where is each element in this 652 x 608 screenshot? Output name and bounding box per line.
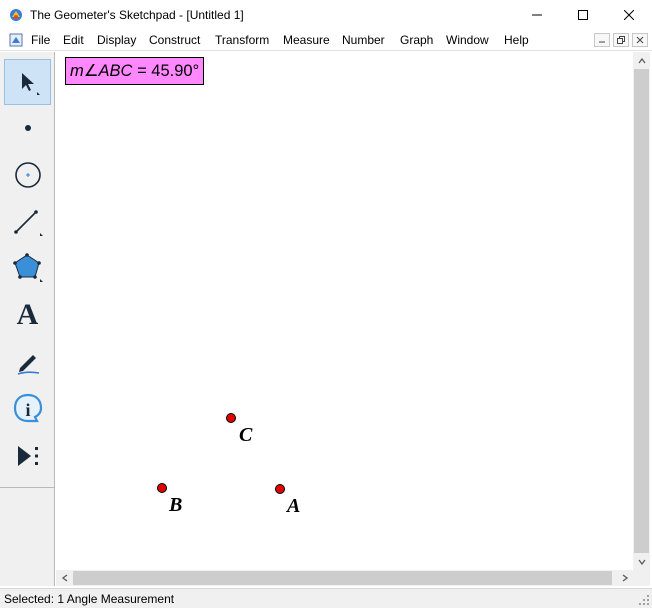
point-a[interactable] xyxy=(275,484,285,494)
segment-icon xyxy=(13,210,43,236)
measurement-prefix: m xyxy=(70,62,84,80)
chevron-down-icon xyxy=(637,559,646,565)
document-icon[interactable] xyxy=(9,33,23,47)
menu-transform[interactable]: Transform xyxy=(215,33,269,47)
measurement-value: 45.90° xyxy=(151,62,200,80)
point-c[interactable] xyxy=(226,413,236,423)
chevron-up-icon xyxy=(637,57,646,63)
information-tool[interactable]: i xyxy=(4,386,51,432)
custom-tool-icon xyxy=(17,446,38,466)
menu-edit[interactable]: Edit xyxy=(63,33,84,47)
minimize-button[interactable] xyxy=(514,0,560,30)
menu-construct[interactable]: Construct xyxy=(149,33,200,47)
text-tool[interactable]: A xyxy=(4,292,51,338)
toolbox-divider xyxy=(0,487,55,488)
doc-close-button[interactable] xyxy=(632,33,648,47)
sketch-canvas[interactable]: m∠ABC = 45.90° C B A xyxy=(56,52,633,570)
maximize-button[interactable] xyxy=(560,0,606,30)
point-tool[interactable] xyxy=(4,105,51,151)
angle-name: ABC xyxy=(98,62,133,80)
menu-measure[interactable]: Measure xyxy=(283,33,330,47)
horizontal-scrollbar[interactable] xyxy=(56,570,633,586)
scroll-up-button[interactable] xyxy=(633,52,650,69)
straightedge-tool[interactable] xyxy=(4,199,51,245)
toolbox: A i xyxy=(0,52,55,586)
point-b[interactable] xyxy=(157,483,167,493)
doc-restore-button[interactable] xyxy=(613,33,629,47)
chevron-left-icon xyxy=(61,574,67,582)
close-button[interactable] xyxy=(606,0,652,30)
window-title: The Geometer's Sketchpad - [Untitled 1] xyxy=(30,8,244,22)
status-text: Selected: 1 Angle Measurement xyxy=(4,592,175,606)
compass-tool[interactable] xyxy=(4,152,51,198)
menu-number[interactable]: Number xyxy=(342,33,385,47)
polygon-tool[interactable] xyxy=(4,245,51,291)
menu-bar: File Edit Display Construct Transform Me… xyxy=(0,30,652,51)
scroll-right-button[interactable] xyxy=(616,570,633,586)
chevron-right-icon xyxy=(622,574,628,582)
title-bar: The Geometer's Sketchpad - [Untitled 1] xyxy=(0,0,652,30)
restore-icon xyxy=(617,36,625,44)
point-icon xyxy=(24,125,31,131)
minimize-icon xyxy=(532,14,542,16)
compass-circle-icon xyxy=(14,162,41,188)
vertical-scroll-thumb[interactable] xyxy=(634,69,649,553)
text-A-icon: A xyxy=(16,298,39,331)
point-a-label[interactable]: A xyxy=(287,495,300,518)
menu-window[interactable]: Window xyxy=(446,33,489,47)
menu-help[interactable]: Help xyxy=(504,33,529,47)
scroll-down-button[interactable] xyxy=(633,553,650,570)
menu-display[interactable]: Display xyxy=(97,33,136,47)
doc-minimize-button[interactable] xyxy=(594,33,610,47)
vertical-scrollbar[interactable] xyxy=(633,52,650,570)
close-icon xyxy=(624,10,634,20)
scroll-left-button[interactable] xyxy=(56,570,73,586)
info-icon: i xyxy=(13,393,42,423)
angle-measurement[interactable]: m∠ABC = 45.90° xyxy=(65,57,205,85)
marker-tool[interactable] xyxy=(4,339,51,385)
svg-text:i: i xyxy=(25,400,30,420)
maximize-icon xyxy=(578,10,588,20)
close-icon xyxy=(636,36,644,44)
status-bar: Selected: 1 Angle Measurement xyxy=(0,588,652,608)
measurement-equals: = xyxy=(132,62,152,80)
scroll-corner xyxy=(633,570,650,586)
resize-grip-icon[interactable] xyxy=(638,594,650,606)
pentagon-icon xyxy=(12,253,43,282)
minimize-icon xyxy=(599,41,605,43)
point-b-label[interactable]: B xyxy=(169,494,182,517)
menu-graph[interactable]: Graph xyxy=(400,33,433,47)
sketchpad-app-icon xyxy=(10,9,22,21)
menu-file[interactable]: File xyxy=(31,33,50,47)
arrow-icon xyxy=(21,73,40,95)
angle-symbol: ∠ xyxy=(83,62,99,80)
custom-tools[interactable] xyxy=(4,433,51,479)
marker-pen-icon xyxy=(17,355,39,375)
point-c-label[interactable]: C xyxy=(239,424,252,447)
horizontal-scroll-thumb[interactable] xyxy=(73,571,612,585)
arrow-selection-tool[interactable] xyxy=(4,59,51,105)
